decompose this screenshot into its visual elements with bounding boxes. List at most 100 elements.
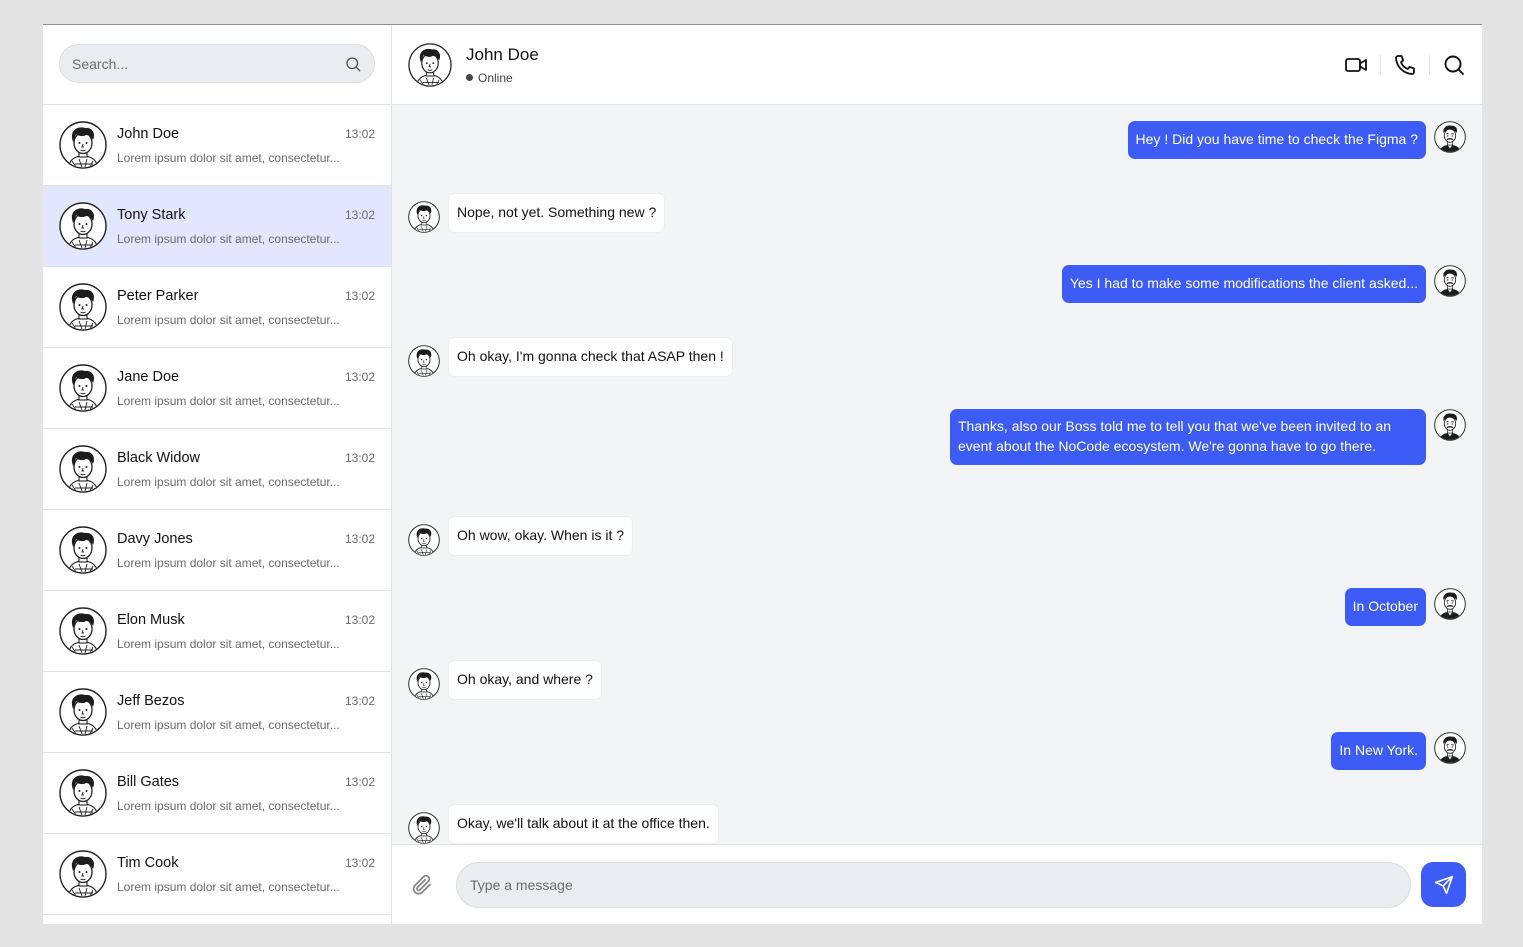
search-input[interactable] — [72, 55, 344, 72]
chat-header-actions — [1344, 53, 1466, 77]
avatar — [59, 607, 107, 655]
header-divider — [1380, 54, 1381, 75]
conversation-time: 13:02 — [344, 450, 375, 465]
incoming-message: Nope, not yet. Something new ? — [408, 193, 666, 233]
message-avatar — [408, 812, 440, 844]
contact-info: John Doe Online — [466, 45, 539, 85]
message-avatar — [1434, 265, 1466, 297]
message-bubble[interactable]: Oh okay, and where ? — [448, 660, 602, 700]
message-avatar — [408, 201, 440, 233]
conversation-name: Davy Jones — [117, 530, 193, 547]
conversation-name: Elon Musk — [117, 611, 185, 628]
conversation-top: Jeff Bezos 13:02 — [117, 693, 375, 709]
conversation-name: Tony Stark — [117, 206, 186, 223]
conversation-name: Black Widow — [117, 449, 200, 466]
message-thread[interactable]: Hey ! Did you have time to check the Fig… — [392, 105, 1482, 844]
conversation-top: Davy Jones 13:02 — [117, 531, 375, 547]
conversation-body: Davy Jones 13:02 Lorem ipsum dolor sit ame… — [117, 531, 375, 570]
conversation-preview: Lorem ipsum dolor sit amet, consectetur.… — [117, 231, 340, 246]
conversation-item[interactable]: Black Widow 13:02 Lorem ipsum dolor sit am… — [43, 429, 391, 510]
conversation-list: John Doe 13:02 Lorem ipsum dolor sit amet,… — [43, 105, 391, 924]
message-bubble[interactable]: Yes I had to make some modifications the… — [1061, 265, 1426, 303]
conversation-item[interactable]: Tim Cook 13:02 Lorem ipsum dolor sit amet,… — [43, 834, 391, 915]
conversation-top: Bill Gates 13:02 — [117, 774, 375, 790]
search-icon[interactable] — [344, 55, 362, 73]
video-icon[interactable] — [1344, 53, 1368, 77]
message-bubble[interactable]: Okay, we'll talk about it at the office … — [448, 804, 719, 844]
conversation-name: Bill Gates — [117, 773, 180, 790]
conversation-body: Bill Gates 13:02 Lorem ipsum dolor sit ame… — [117, 774, 375, 813]
outgoing-message: In New York. — [1331, 732, 1466, 770]
conversation-item[interactable]: Davy Jones 13:02 Lorem ipsum dolor sit ame… — [43, 510, 391, 591]
conversation-name: Peter Parker — [117, 287, 199, 304]
search-box[interactable] — [59, 44, 375, 83]
outgoing-message: Thanks, also our Boss told me to tell yo… — [950, 409, 1466, 465]
send-button[interactable] — [1421, 862, 1466, 907]
conversation-body: Black Widow 13:02 Lorem ipsum dolor sit am… — [117, 450, 375, 489]
conversation-item[interactable]: Elon Musk 13:02 Lorem ipsum dolor sit amet… — [43, 591, 391, 672]
conversation-preview: Lorem ipsum dolor sit amet, consectetur.… — [117, 312, 340, 327]
message-bubble[interactable]: Hey ! Did you have time to check the Fig… — [1127, 121, 1426, 159]
incoming-message: Oh okay, I'm gonna check that ASAP then … — [408, 337, 733, 377]
conversation-body: Tim Cook 13:02 Lorem ipsum dolor sit amet,… — [117, 855, 375, 894]
conversation-preview: Lorem ipsum dolor sit amet, consectetur.… — [117, 150, 340, 165]
conversation-time: 13:02 — [344, 531, 375, 546]
message-avatar — [1434, 588, 1466, 620]
message-composer — [392, 844, 1482, 924]
conversation-body: Tony Stark 13:02 Lorem ipsum dolor sit ame… — [117, 207, 375, 246]
conversation-item[interactable]: Peter Parker 13:02 Lorem ipsum dolor sit a… — [43, 267, 391, 348]
conversation-top: Elon Musk 13:02 — [117, 612, 375, 628]
conversation-body: Jeff Bezos 13:02 Lorem ipsum dolor sit ame… — [117, 693, 375, 732]
conversation-top: John Doe 13:02 — [117, 126, 375, 142]
conversation-name: Jeff Bezos — [117, 692, 185, 709]
message-bubble[interactable]: Oh wow, okay. When is it ? — [448, 516, 634, 556]
conversation-body: John Doe 13:02 Lorem ipsum dolor sit amet,… — [117, 126, 375, 165]
message-bubble[interactable]: Nope, not yet. Something new ? — [448, 193, 666, 233]
message-bubble[interactable]: Thanks, also our Boss told me to tell yo… — [950, 409, 1426, 465]
conversation-body: Jane Doe 13:02 Lorem ipsum dolor sit amet,… — [117, 369, 375, 408]
conversation-item[interactable]: Jeff Bezos 13:02 Lorem ipsum dolor sit ame… — [43, 672, 391, 753]
conversation-item[interactable]: Tony Stark 13:02 Lorem ipsum dolor sit ame… — [43, 186, 391, 267]
sidebar-search-area — [43, 25, 391, 105]
conversation-item[interactable]: John Doe 13:02 Lorem ipsum dolor sit amet,… — [43, 105, 391, 186]
message-bubble[interactable]: In New York. — [1331, 732, 1426, 770]
conversation-top: Tony Stark 13:02 — [117, 207, 375, 223]
conversation-top: Jane Doe 13:02 — [117, 369, 375, 385]
conversation-time: 13:02 — [344, 288, 375, 303]
avatar — [59, 364, 107, 412]
message-avatar — [1434, 409, 1466, 441]
conversation-top: Black Widow 13:02 — [117, 450, 375, 466]
paperclip-icon[interactable] — [408, 871, 436, 899]
conversation-time: 13:02 — [344, 855, 375, 870]
avatar — [59, 202, 107, 250]
conversation-preview: Lorem ipsum dolor sit amet, consectetur.… — [117, 393, 340, 408]
conversation-time: 13:02 — [344, 774, 375, 789]
conversation-preview: Lorem ipsum dolor sit amet, consectetur.… — [117, 636, 340, 651]
message-avatar — [1434, 732, 1466, 764]
message-bubble[interactable]: Oh okay, I'm gonna check that ASAP then … — [448, 337, 733, 377]
message-avatar — [408, 524, 440, 556]
conversation-time: 13:02 — [344, 369, 375, 384]
contact-name: John Doe — [466, 44, 539, 64]
conversation-name: Jane Doe — [117, 368, 180, 385]
conversation-item[interactable]: Bill Gates 13:02 Lorem ipsum dolor sit ame… — [43, 753, 391, 834]
messenger-app: John Doe 13:02 Lorem ipsum dolor sit amet,… — [43, 24, 1482, 924]
avatar — [59, 850, 107, 898]
conversation-item[interactable]: Jane Doe 13:02 Lorem ipsum dolor sit amet,… — [43, 348, 391, 429]
phone-icon[interactable] — [1393, 53, 1417, 77]
conversation-body: Peter Parker 13:02 Lorem ipsum dolor sit a… — [117, 288, 375, 327]
search-icon[interactable] — [1442, 53, 1466, 77]
chat-panel: John Doe Online Hey ! Did you have time … — [392, 25, 1482, 924]
contact-avatar[interactable] — [408, 42, 452, 87]
conversation-time: 13:02 — [344, 126, 375, 141]
message-input[interactable] — [456, 861, 1411, 908]
conversation-time: 13:02 — [344, 612, 375, 627]
avatar — [59, 121, 107, 169]
conversation-time: 13:02 — [344, 693, 375, 708]
avatar — [59, 283, 107, 331]
chat-header: John Doe Online — [392, 25, 1482, 105]
message-bubble[interactable]: In October — [1344, 588, 1426, 626]
conversation-time: 13:02 — [344, 207, 375, 222]
avatar — [59, 526, 107, 574]
conversation-top: Tim Cook 13:02 — [117, 855, 375, 871]
